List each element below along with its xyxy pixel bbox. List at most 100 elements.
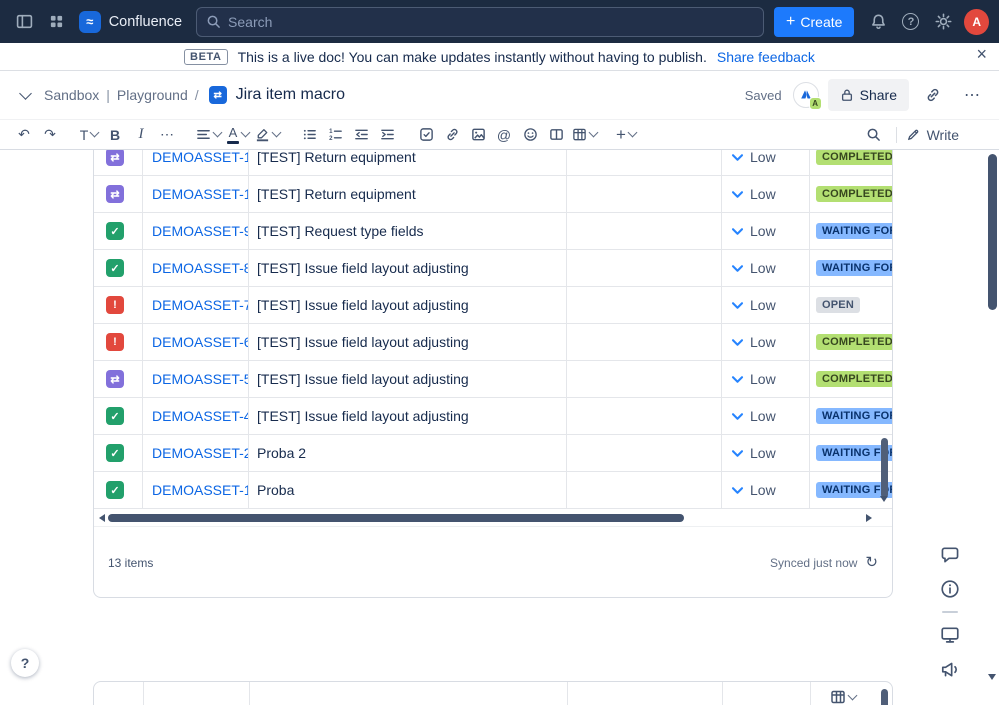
issue-key-link[interactable]: DEMOASSET-6 [152,334,248,350]
empty-cell [567,472,722,508]
second-jira-macro[interactable] [93,681,893,705]
highlight-button[interactable] [253,123,282,147]
share-button[interactable]: Share [827,79,909,111]
find-in-page-button[interactable] [862,123,886,147]
task-list-button[interactable] [414,123,438,147]
issue-key-cell: DEMOASSET-9 [143,213,249,249]
issue-summary: [TEST] Issue field layout adjusting [257,334,469,350]
numbered-list-button[interactable]: 12 [323,123,347,147]
editor-content[interactable]: ⇄ DEMOASSET-11 [TEST] Return equipment Low C… [0,150,999,705]
highlighter-icon [256,129,269,142]
priority-cell[interactable]: Low [722,213,810,249]
document-header: Sandbox | Playground / ⇄ Jira item macro… [0,71,999,120]
horizontal-scroll-thumb[interactable] [108,514,684,522]
search-input[interactable]: Search [196,6,765,37]
page-scroll-down-arrow[interactable] [988,674,996,698]
align-button[interactable] [194,123,223,147]
issue-key-link[interactable]: DEMOASSET-8 [152,260,248,276]
copy-link-button[interactable] [918,80,948,110]
status-badge: COMPLETED [816,371,892,387]
issue-key-link[interactable]: DEMOASSET-11 [152,150,248,165]
scroll-left-arrow[interactable] [99,514,105,522]
issue-key-cell: DEMOASSET-4 [143,398,249,434]
breadcrumb-page-link[interactable]: Playground [117,87,188,103]
create-button[interactable]: + Create [774,6,855,37]
collaborator-avatar[interactable]: A [792,82,822,110]
write-label: Write [926,126,959,143]
layouts-button[interactable] [544,123,568,147]
issue-key-link[interactable]: DEMOASSET-4 [152,408,248,424]
page-title[interactable]: Jira item macro [236,86,345,104]
empty-cell [567,250,722,286]
insert-link-button[interactable] [440,123,464,147]
indent-button[interactable] [375,123,399,147]
scroll-right-arrow[interactable] [866,514,872,522]
priority-cell[interactable]: Low [722,176,810,212]
help-fab-button[interactable]: ? [11,649,39,677]
insert-element-button[interactable]: + [614,123,638,147]
priority-cell[interactable]: Low [722,287,810,323]
issue-summary: [TEST] Return equipment [257,150,416,165]
sidebar-toggle-button[interactable] [10,7,38,37]
more-actions-button[interactable]: ⋯ [957,80,987,110]
issue-key-link[interactable]: DEMOASSET-7 [152,297,248,313]
macro-vertical-scrollbar[interactable] [881,438,888,498]
insert-table-button[interactable] [570,123,599,147]
insert-image-button[interactable] [466,123,490,147]
issue-key-link[interactable]: DEMOASSET-10 [152,186,248,202]
outdent-button[interactable] [349,123,373,147]
issue-key-cell: DEMOASSET-7 [143,287,249,323]
issue-summary: [TEST] Issue field layout adjusting [257,297,469,313]
app-switcher-button[interactable] [42,7,70,37]
bell-icon [872,14,886,30]
issue-key-cell: DEMOASSET-5 [143,361,249,397]
status-cell: WAITING FOR SUPPORT [810,398,892,434]
redo-button[interactable]: ↷ [38,123,62,147]
bold-button[interactable]: B [103,123,127,147]
details-button[interactable] [938,577,962,601]
notifications-button[interactable] [864,7,892,37]
macro-horizontal-scrollbar[interactable] [94,509,892,527]
priority-cell[interactable]: Low [722,361,810,397]
priority-cell[interactable]: Low [722,250,810,286]
issue-key-cell: DEMOASSET-8 [143,250,249,286]
refresh-button[interactable]: ↻ [865,555,878,570]
share-feedback-link[interactable]: Share feedback [717,49,815,65]
bullet-list-button[interactable] [297,123,321,147]
comment-icon [941,547,959,563]
empty-cell [567,150,722,175]
undo-button[interactable]: ↶ [12,123,36,147]
presenter-mode-button[interactable] [938,623,962,647]
mention-button[interactable]: @ [492,123,516,147]
issue-key-link[interactable]: DEMOASSET-1 [152,482,248,498]
banner-close-button[interactable]: × [976,45,987,63]
emoji-button[interactable] [518,123,542,147]
issue-key-link[interactable]: DEMOASSET-5 [152,371,248,387]
feedback-button[interactable] [938,657,962,681]
table-icon [831,690,845,704]
jira-items-macro[interactable]: ⇄ DEMOASSET-11 [TEST] Return equipment Low C… [93,150,893,598]
page-scrollbar-thumb[interactable] [988,154,997,310]
priority-cell[interactable]: Low [722,150,810,175]
help-button[interactable]: ? [897,7,925,37]
confluence-home-link[interactable]: ≈ Confluence [78,10,182,33]
table-options-button[interactable] [830,689,858,705]
second-macro-scrollbar[interactable] [881,689,888,705]
text-style-button[interactable]: T [77,123,101,147]
priority-cell[interactable]: Low [722,435,810,471]
issue-key-link[interactable]: DEMOASSET-9 [152,223,248,239]
priority-cell[interactable]: Low [722,324,810,360]
more-formatting-button[interactable]: ⋯ [155,123,179,147]
pencil-icon [907,129,918,141]
issue-key-link[interactable]: DEMOASSET-2 [152,445,248,461]
write-button[interactable]: Write [906,123,959,147]
italic-button[interactable]: I [129,123,153,147]
breadcrumb-space-link[interactable]: Sandbox [44,87,99,103]
priority-cell[interactable]: Low [722,472,810,508]
collapse-chevron-button[interactable] [12,82,38,108]
text-color-button[interactable]: A [225,123,251,147]
comments-button[interactable] [938,543,962,567]
settings-button[interactable] [929,7,957,37]
priority-cell[interactable]: Low [722,398,810,434]
profile-avatar[interactable]: A [964,8,990,35]
